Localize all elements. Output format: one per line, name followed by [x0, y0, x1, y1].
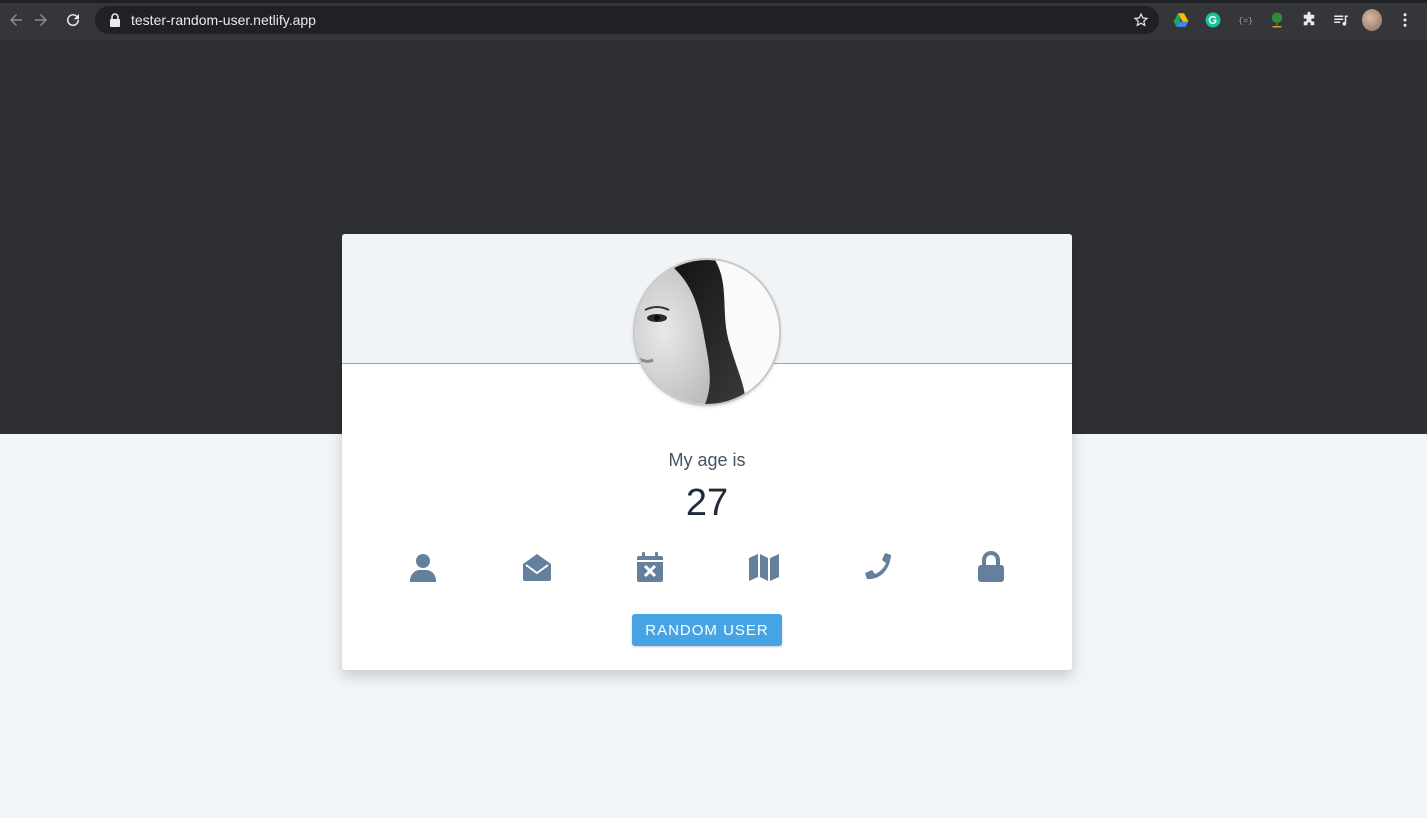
- info-label: My age is: [668, 450, 746, 470]
- user-photo: [633, 258, 781, 406]
- lock-icon: [978, 551, 1004, 582]
- profile-avatar: [1362, 9, 1382, 31]
- tab-strip-edge: [0, 0, 1427, 3]
- phone-button[interactable]: [859, 549, 895, 585]
- grammarly-extension[interactable]: [1203, 10, 1223, 30]
- arrow-right-icon: [35, 14, 47, 26]
- phone-icon: [865, 553, 891, 580]
- profile-button[interactable]: [1362, 9, 1382, 31]
- json-extension[interactable]: {=}: [1235, 10, 1255, 30]
- address-bar[interactable]: tester-random-user.netlify.app: [95, 6, 1159, 34]
- extensions-button[interactable]: [1299, 10, 1319, 30]
- braces-icon: {=}: [1238, 16, 1253, 26]
- address-button[interactable]: [746, 549, 782, 585]
- info-icon-bar: [342, 549, 1072, 585]
- reload-icon: [67, 14, 80, 27]
- name-button[interactable]: [405, 549, 441, 585]
- forward-button[interactable]: [25, 4, 57, 36]
- tree-icon: [1271, 12, 1283, 28]
- email-button[interactable]: [519, 549, 555, 585]
- menu-button[interactable]: [1395, 10, 1415, 30]
- grammarly-icon: [1205, 12, 1221, 28]
- user-card: My age is 27 RANDOM USER: [342, 234, 1072, 670]
- calendar-times-icon: [637, 552, 663, 582]
- arrow-left-icon: [10, 14, 22, 26]
- browser-toolbar: tester-random-user.netlify.app {=}: [0, 0, 1427, 40]
- user-icon: [410, 554, 436, 582]
- portrait-image: [635, 260, 779, 404]
- puzzle-icon: [1303, 11, 1315, 26]
- reload-button[interactable]: [57, 4, 89, 36]
- random-user-button[interactable]: RANDOM USER: [632, 614, 782, 646]
- google-drive-extension[interactable]: [1171, 10, 1191, 30]
- password-button[interactable]: [973, 549, 1009, 585]
- svg-text:{=}: {=}: [1238, 16, 1253, 26]
- birthday-button[interactable]: [632, 549, 668, 585]
- envelope-open-icon: [523, 554, 551, 581]
- address-bar-url: tester-random-user.netlify.app: [131, 12, 316, 28]
- map-icon: [749, 554, 779, 581]
- tree-extension[interactable]: [1267, 10, 1287, 30]
- lock-icon: [110, 13, 120, 27]
- kebab-menu-icon: [1403, 13, 1407, 27]
- drive-icon: [1173, 13, 1189, 27]
- media-control-button[interactable]: [1331, 10, 1351, 30]
- queue-music-icon: [1334, 15, 1348, 26]
- bookmark-star-icon[interactable]: [1133, 12, 1149, 28]
- info-value: 27: [685, 482, 729, 524]
